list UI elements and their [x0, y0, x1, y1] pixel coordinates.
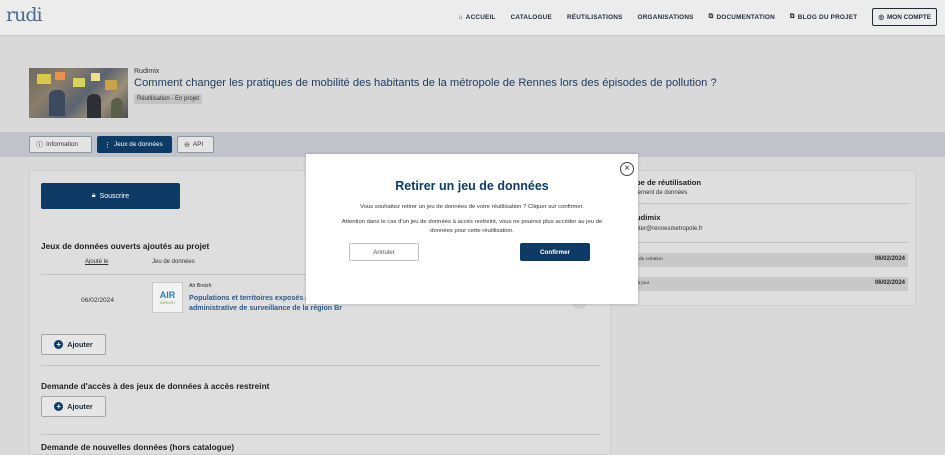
logo-sub-text: BREIZH	[160, 299, 175, 305]
producer-name: udimix	[636, 213, 661, 222]
account-label: MON COMPTE	[886, 13, 931, 21]
divider	[41, 365, 601, 366]
open-datasets-title: Jeux de données ouverts ajoutés au proje…	[41, 241, 210, 251]
logo-text: rudi	[6, 4, 43, 26]
col-dataset-header: Jeu de données	[152, 259, 195, 265]
tab-information[interactable]: ⓘ Information	[29, 136, 92, 153]
modal-title: Retirer un jeu de données	[395, 179, 549, 193]
home-icon: ⌂	[458, 13, 463, 21]
project-status-badge: Réutilisation - En projet	[134, 94, 203, 104]
cancel-button[interactable]: Annuler	[349, 243, 419, 261]
nav-catalog[interactable]: CATALOGUE	[511, 14, 552, 21]
producer-email[interactable]: ster@rennesmetropole.fr	[636, 226, 702, 232]
dataset-org: Air Breizh	[189, 283, 212, 289]
datasets-icon: ⋮	[104, 141, 111, 149]
nav-blog-label: BLOG DU PROJET	[797, 13, 858, 21]
tab-api-label: API	[192, 141, 204, 148]
tab-api[interactable]: ⊖ API	[177, 136, 214, 153]
nav-documentation-label: DOCUMENTATION	[716, 13, 775, 21]
nav-reuses-label: RÉUTILISATIONS	[566, 13, 623, 21]
top-header: rudi ⌂ ACCUEIL CATALOGUE RÉUTILISATIONS O…	[0, 0, 945, 36]
rudi-logo[interactable]: rudi	[6, 4, 43, 26]
nav-home[interactable]: ⌂ ACCUEIL	[459, 14, 496, 21]
plus-icon: +	[54, 340, 64, 349]
plus-icon: +	[54, 402, 64, 411]
add-label: Ajouter	[67, 340, 93, 349]
subscribe-button[interactable]: 🔒︎ Souscrire	[41, 183, 180, 209]
nav-organisations-label: ORGANISATIONS	[637, 13, 694, 21]
nav-documentation[interactable]: ⧉ DOCUMENTATION	[709, 13, 775, 21]
external-link-icon: ⧉	[708, 13, 714, 20]
confirm-button[interactable]: Confirmer	[520, 243, 590, 261]
air-breizh-logo: AIR BREIZH	[152, 282, 183, 313]
created-date-row: ate de création 06/02/2024	[623, 253, 908, 267]
divider	[623, 203, 908, 204]
reuse-type-label: pe de réutilisation	[636, 178, 701, 187]
new-data-title: Demande de nouvelles données (hors catal…	[41, 442, 235, 452]
nav-reuses[interactable]: RÉUTILISATIONS	[567, 14, 623, 21]
project-brand: Rudimix	[134, 68, 160, 75]
close-icon[interactable]: ×	[620, 162, 634, 176]
logo-main-text: AIR	[159, 289, 176, 300]
divider	[623, 242, 908, 243]
info-icon: ⓘ	[36, 141, 43, 149]
updated-date-row: se à jour 06/02/2024	[623, 277, 908, 291]
project-image	[29, 68, 128, 118]
col-added-header[interactable]: Ajouté le	[85, 259, 108, 265]
project-title: Comment changer les pratiques de mobilit…	[134, 77, 717, 89]
modal-warning: Attention dans le cas d'un jeu de donnée…	[341, 219, 603, 234]
user-icon: ◎	[878, 14, 884, 21]
main-nav: ⌂ ACCUEIL CATALOGUE RÉUTILISATIONS ORGANI…	[459, 8, 937, 26]
add-label: Ajouter	[67, 402, 93, 411]
nav-organisations[interactable]: ORGANISATIONS	[638, 14, 694, 21]
external-link-icon: ⧉	[789, 13, 795, 20]
add-restricted-dataset-button[interactable]: + Ajouter	[41, 396, 106, 417]
api-icon: ⊖	[184, 141, 190, 149]
nav-blog[interactable]: ⧉ BLOG DU PROJET	[790, 13, 857, 21]
tab-datasets[interactable]: ⋮ Jeux de données	[97, 136, 172, 153]
created-value: 06/02/2024	[874, 256, 905, 262]
reuse-type-value: tement de données	[636, 190, 688, 196]
subscribe-label: Souscrire	[99, 192, 130, 200]
restricted-datasets-title: Demande d'accès à des jeux de données à …	[41, 381, 270, 391]
lock-icon: 🔒︎	[91, 192, 96, 199]
tab-information-label: Information	[46, 141, 78, 148]
account-button[interactable]: ◎ MON COMPTE	[872, 8, 937, 26]
row-date: 06/02/2024	[81, 297, 115, 304]
divider	[41, 434, 601, 435]
updated-value: 06/02/2024	[874, 280, 905, 286]
add-open-dataset-button[interactable]: + Ajouter	[41, 334, 106, 355]
tab-datasets-label: Jeux de données	[114, 141, 163, 148]
nav-home-label: ACCUEIL	[465, 13, 496, 21]
nav-catalog-label: CATALOGUE	[510, 13, 552, 21]
modal-message: Vous souhaitez retirer un jeu de données…	[360, 204, 584, 210]
